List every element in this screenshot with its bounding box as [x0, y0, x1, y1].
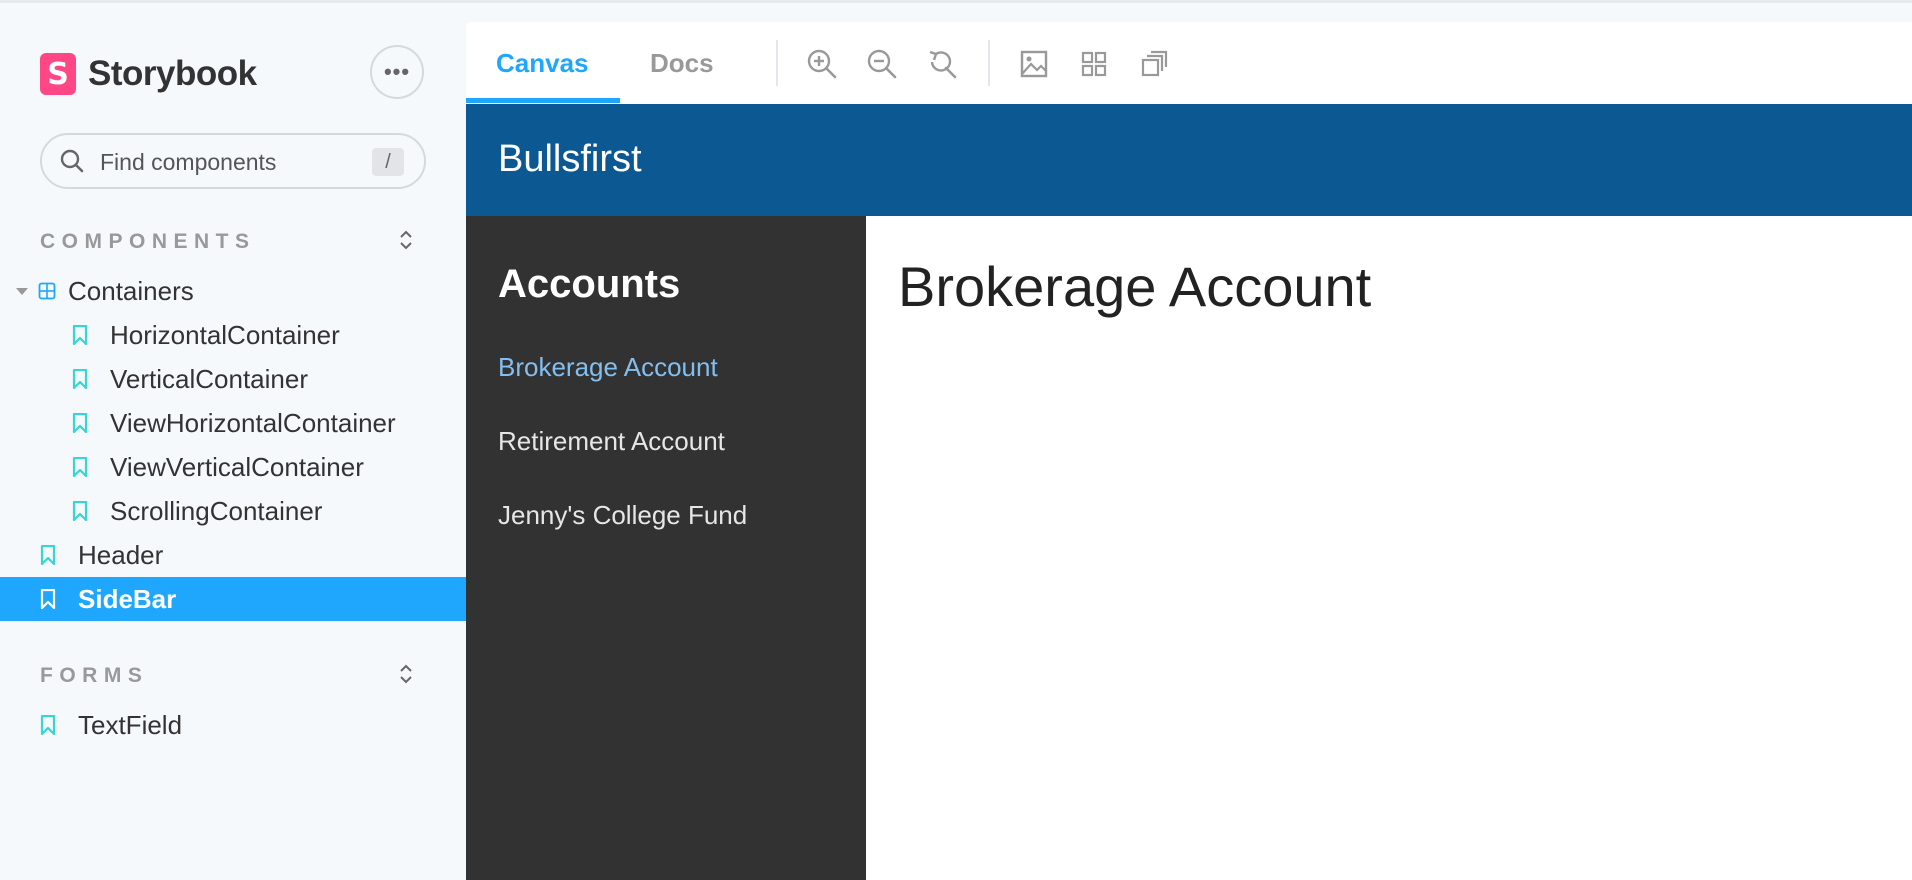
sidebar-item-label: VerticalContainer — [110, 363, 308, 394]
search-box[interactable]: / — [40, 133, 426, 189]
accounts-heading: Accounts — [498, 262, 681, 306]
component-icon — [38, 282, 56, 300]
sidebar-item-label: ViewVerticalContainer — [110, 451, 364, 482]
account-link-college-fund[interactable]: Jenny's College Fund — [498, 500, 747, 531]
bookmark-icon — [40, 545, 56, 565]
section-heading-components[interactable]: COMPONENTS — [40, 230, 256, 254]
sidebar-menu-button[interactable]: ••• — [370, 45, 424, 99]
sidebar-item-viewverticalcontainer[interactable]: ViewVerticalContainer — [0, 445, 466, 489]
sidebar-item-textfield[interactable]: TextField — [0, 703, 466, 747]
toolbar-divider — [776, 40, 778, 86]
storybook-sidebar: S Storybook ••• / COMPONENTS Containers … — [0, 3, 466, 880]
sidebar-item-verticalcontainer[interactable]: VerticalContainer — [0, 357, 466, 401]
background-icon[interactable] — [1018, 48, 1050, 80]
sidebar-item-label: Header — [78, 539, 164, 570]
sidebar-item-label: ScrollingContainer — [110, 495, 323, 526]
outline-icon[interactable] — [1138, 48, 1170, 80]
ellipsis-icon: ••• — [383, 59, 411, 84]
zoom-in-icon[interactable] — [806, 48, 838, 80]
section-heading-forms[interactable]: FORMS — [40, 664, 148, 688]
reset-zoom-icon[interactable] — [926, 48, 958, 80]
brand-name: Storybook — [88, 54, 257, 93]
expand-collapse-icon[interactable] — [398, 662, 414, 686]
sidebar-item-label: SideBar — [78, 583, 177, 614]
app-title: Bullsfirst — [498, 138, 642, 180]
tab-docs[interactable]: Docs — [650, 22, 714, 104]
search-shortcut-hint: / — [372, 148, 404, 176]
bookmark-icon — [40, 715, 56, 735]
app-sidebar: Accounts Brokerage Account Retirement Ac… — [466, 216, 866, 880]
bookmark-icon — [72, 413, 88, 433]
story-preview-canvas: Bullsfirst Accounts Brokerage Account Re… — [466, 104, 1912, 880]
grid-icon[interactable] — [1078, 48, 1110, 80]
sidebar-group-containers[interactable]: Containers — [0, 269, 466, 313]
storybook-logo-icon: S — [40, 53, 76, 95]
tab-canvas[interactable]: Canvas — [496, 22, 589, 104]
sidebar-item-sidebar[interactable]: SideBar — [0, 577, 466, 621]
sidebar-item-label: ViewHorizontalContainer — [110, 407, 396, 438]
bookmark-icon — [72, 325, 88, 345]
sidebar-item-header[interactable]: Header — [0, 533, 466, 577]
zoom-out-icon[interactable] — [866, 48, 898, 80]
sidebar-item-label: TextField — [78, 709, 183, 740]
expand-collapse-icon[interactable] — [398, 228, 414, 252]
search-icon — [60, 149, 84, 173]
account-link-brokerage[interactable]: Brokerage Account — [498, 352, 718, 383]
app-header: Bullsfirst — [466, 104, 1912, 216]
bookmark-icon — [72, 457, 88, 477]
sidebar-item-label: HorizontalContainer — [110, 319, 340, 350]
toolbar-divider — [988, 40, 990, 86]
page-title: Brokerage Account — [898, 255, 1372, 318]
bookmark-icon — [72, 501, 88, 521]
sidebar-item-scrollingcontainer[interactable]: ScrollingContainer — [0, 489, 466, 533]
preview-toolbar: Canvas Docs — [466, 22, 1912, 104]
search-input[interactable] — [98, 145, 362, 179]
sidebar-item-label: Containers — [68, 275, 194, 306]
chevron-down-icon — [16, 287, 28, 295]
sidebar-item-horizontalcontainer[interactable]: HorizontalContainer — [0, 313, 466, 357]
bookmark-icon — [40, 589, 56, 609]
storybook-brand[interactable]: S Storybook — [40, 51, 257, 97]
active-tab-indicator — [466, 98, 620, 103]
sidebar-item-viewhorizontalcontainer[interactable]: ViewHorizontalContainer — [0, 401, 466, 445]
bookmark-icon — [72, 369, 88, 389]
account-link-retirement[interactable]: Retirement Account — [498, 426, 725, 457]
